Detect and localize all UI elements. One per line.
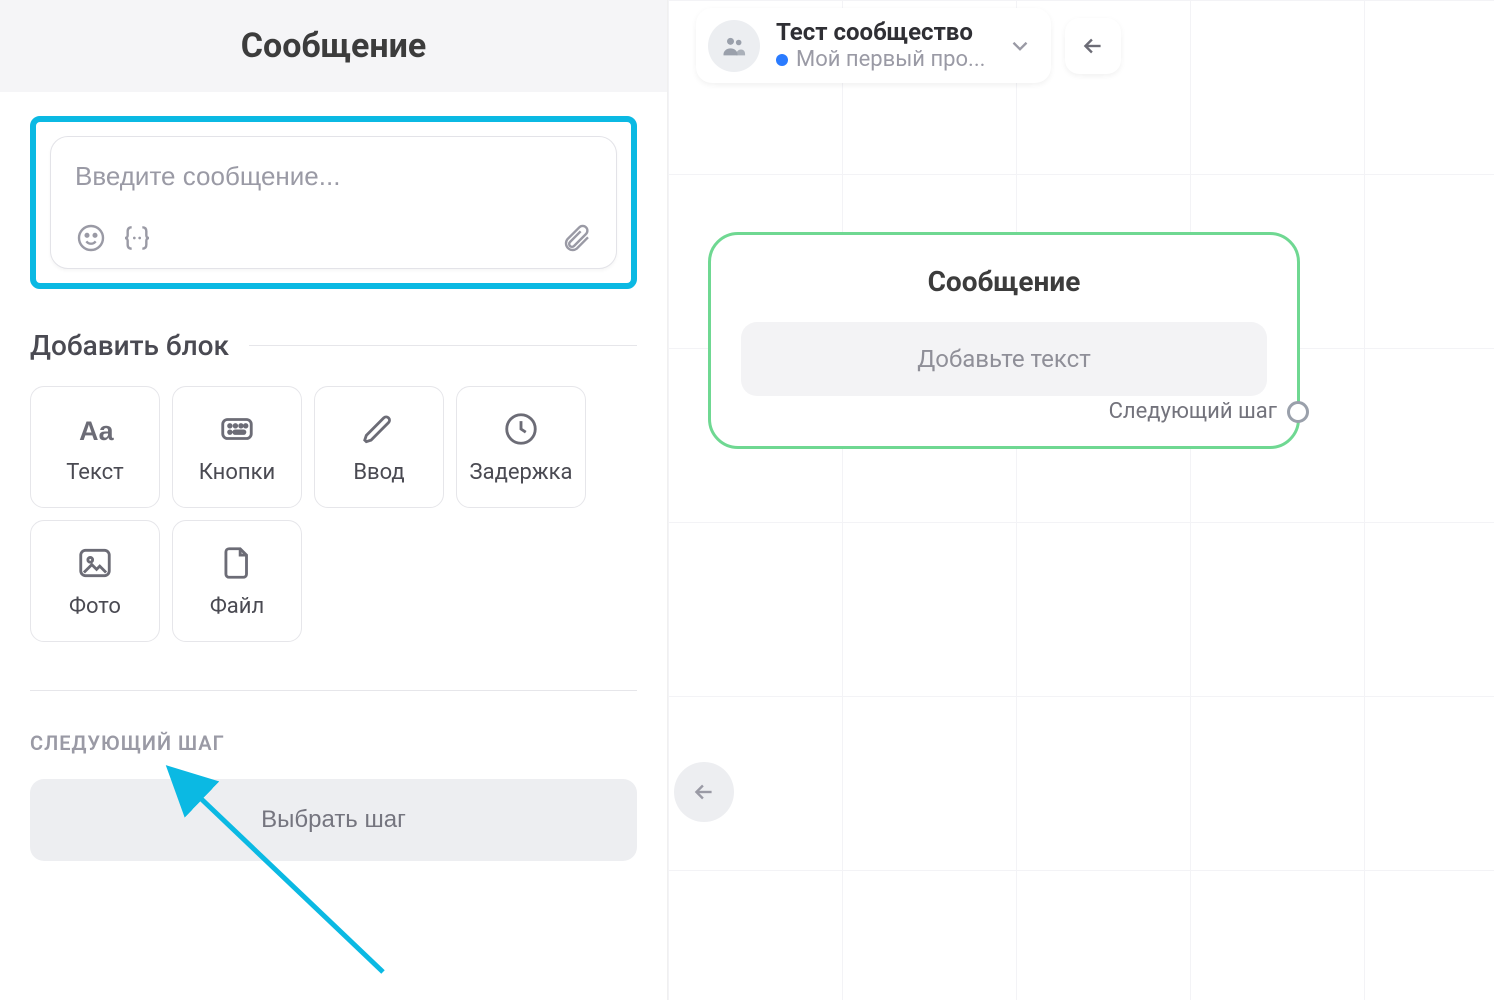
message-input[interactable] [75, 161, 592, 192]
block-card-delay[interactable]: Задержка [456, 386, 586, 508]
node-next-label: Следующий шаг [1109, 399, 1277, 424]
add-block-title: Добавить блок [30, 329, 229, 362]
project-switcher: Тест сообщество Мой первый про... [696, 8, 1121, 83]
editor-header: Сообщение [0, 0, 667, 92]
node-next-step: Следующий шаг [1109, 399, 1309, 424]
block-label: Фото [69, 594, 121, 619]
back-button[interactable] [1065, 18, 1121, 74]
divider [249, 345, 637, 346]
next-step-section: СЛЕДУЮЩИЙ ШАГ Выбрать шаг [30, 690, 637, 861]
flow-canvas[interactable]: Тест сообщество Мой первый про... Сообще… [668, 0, 1494, 1000]
block-label: Задержка [470, 460, 573, 485]
text-icon: Aa [76, 410, 114, 448]
flow-node-message[interactable]: Сообщение Добавьте текст Следующий шаг [708, 232, 1300, 449]
svg-text:Aa: Aa [79, 416, 114, 446]
message-toolbar [75, 222, 592, 254]
status-dot-icon [776, 54, 788, 66]
block-card-input[interactable]: Ввод [314, 386, 444, 508]
emoji-icon[interactable] [75, 222, 107, 254]
pencil-icon [360, 410, 398, 448]
file-icon [218, 544, 256, 582]
divider [30, 690, 637, 691]
choose-step-button[interactable]: Выбрать шаг [30, 779, 637, 861]
editor-title: Сообщение [241, 26, 426, 66]
keyboard-icon [218, 410, 256, 448]
message-box [50, 136, 617, 269]
add-block-section: Добавить блок Aa Текст [30, 329, 637, 642]
node-placeholder[interactable]: Добавьте текст [741, 322, 1267, 396]
block-grid: Aa Текст Кнопки [30, 386, 637, 642]
next-step-caption: СЛЕДУЮЩИЙ ШАГ [30, 731, 637, 755]
editor-body: Добавить блок Aa Текст [0, 92, 667, 885]
chevron-down-icon [1007, 33, 1033, 59]
clock-icon [502, 410, 540, 448]
block-label: Файл [210, 594, 264, 619]
image-icon [76, 544, 114, 582]
block-label: Текст [66, 460, 124, 485]
attachment-icon[interactable] [560, 222, 592, 254]
block-label: Кнопки [199, 460, 275, 485]
project-subtitle: Мой первый про... [796, 47, 985, 73]
community-icon [708, 20, 760, 72]
block-label: Ввод [353, 460, 404, 485]
project-title: Тест сообщество [776, 18, 985, 47]
block-card-buttons[interactable]: Кнопки [172, 386, 302, 508]
node-output-port[interactable] [1287, 401, 1309, 423]
variable-icon[interactable] [121, 222, 153, 254]
block-card-file[interactable]: Файл [172, 520, 302, 642]
block-card-text[interactable]: Aa Текст [30, 386, 160, 508]
block-card-photo[interactable]: Фото [30, 520, 160, 642]
node-title: Сообщение [741, 265, 1267, 298]
project-chip[interactable]: Тест сообщество Мой первый про... [696, 8, 1051, 83]
editor-panel: Сообщение [0, 0, 668, 1000]
message-block-selected [30, 116, 637, 289]
canvas-back-button[interactable] [674, 762, 734, 822]
